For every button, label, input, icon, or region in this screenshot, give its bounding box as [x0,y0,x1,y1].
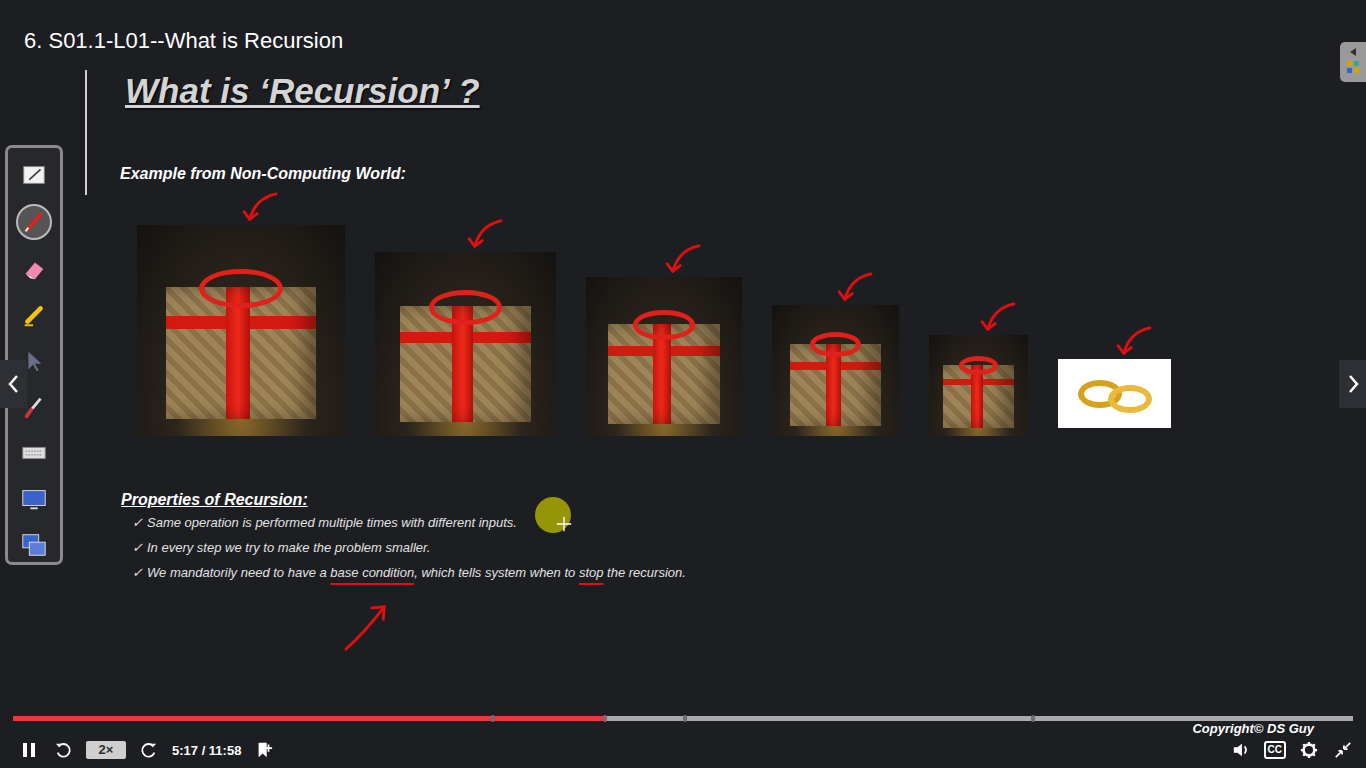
annotation-arrow-icon [467,218,505,250]
lecture-title: 6. S01.1-L01--What is Recursion [0,0,1366,54]
annotation-arrow-icon [980,301,1018,333]
picture-column [375,218,556,436]
screen-icon [20,485,48,513]
gift-box-picture [772,305,899,436]
bookmark-plus-icon [255,741,273,759]
picture-column [1058,325,1171,436]
gift-box-icon [400,306,530,421]
settings-button[interactable] [1298,739,1320,761]
gift-box-picture [137,225,345,436]
property-item: ✓ In every step we try to make the probl… [121,535,1366,560]
chapter-marker[interactable] [491,715,495,722]
gift-box-icon [608,324,720,424]
annotation-arrow-icon [343,602,389,652]
picture-row [137,195,1366,436]
video-frame[interactable]: 6. S01.1-L01--What is Recursion What is … [0,0,1366,712]
highlighter-icon [20,301,48,329]
properties-section: Properties of Recursion: ✓ Same operatio… [121,490,1366,585]
add-bookmark-button[interactable] [253,739,275,761]
check-icon: ✓ [132,510,142,535]
slide-heading: What is ‘Recursion’ ? [125,70,1366,112]
forward-icon [140,741,158,759]
keyboard-icon [20,439,48,467]
exit-fullscreen-icon [1334,741,1352,759]
copyright-watermark: Copyright© DS Guy [1192,722,1314,736]
next-button[interactable] [1339,360,1366,408]
annotation-toolbar [5,145,63,565]
slide-subheading: Example from Non-Computing World: [120,164,1366,184]
annotation-tool[interactable] [17,254,51,284]
chapter-marker[interactable] [1031,715,1035,722]
eraser-icon [20,255,48,283]
play-pause-button[interactable] [18,739,40,761]
property-item: ✓ Same operation is performed multiple t… [121,510,1366,535]
chapter-marker[interactable] [683,715,687,722]
gift-box-icon [943,365,1014,428]
time-display: 5:17 / 11:58 [172,743,241,758]
annotation-tool[interactable] [17,530,51,560]
annotation-arrow-icon [1116,325,1154,357]
progress-bar[interactable] [0,712,1366,724]
speed-button[interactable]: 2× [86,741,126,759]
gift-box-icon [166,287,316,419]
volume-icon [1232,741,1250,759]
picture-column [929,301,1028,436]
annotation-arrow-icon [242,191,280,223]
side-panel-toggle[interactable] [1340,42,1366,82]
crosshair-icon [555,515,573,533]
check-icon: ✓ [132,560,142,585]
video-player: 6. S01.1-L01--What is Recursion What is … [0,0,1366,768]
picture-column [772,271,899,436]
rewind-icon [54,741,72,759]
previous-button[interactable] [0,360,27,408]
pen-icon [20,208,48,236]
exit-fullscreen-button[interactable] [1332,739,1354,761]
volume-button[interactable] [1230,739,1252,761]
annotation-tool[interactable] [16,204,52,240]
forward-button[interactable] [138,739,160,761]
check-icon: ✓ [132,535,142,560]
chevron-left-icon [6,372,22,396]
annotation-arrow-icon [837,271,875,303]
control-bar: 2× 5:17 / 11:58 CC [0,724,1366,768]
picture-column [137,191,345,436]
annotation-arrow-icon [665,243,703,275]
annotation-tool[interactable] [17,300,51,330]
chapter-marker[interactable] [603,715,607,722]
picture-column [586,243,742,436]
gift-box-picture [586,277,742,436]
pause-icon [20,741,38,759]
annotation-tool[interactable] [17,484,51,514]
gift-box-picture [375,252,556,436]
panel-icon [1343,44,1363,80]
property-item: ✓ We mandatorily need to have a base con… [121,560,1366,585]
capture-icon [20,531,48,559]
rings-picture [1058,359,1171,428]
chevron-right-icon [1345,372,1361,396]
gear-icon [1300,741,1318,759]
gift-box-icon [790,344,881,426]
whiteboard-icon [20,161,48,189]
gift-box-picture [929,335,1028,436]
properties-heading: Properties of Recursion: [121,490,1366,510]
captions-button[interactable]: CC [1264,741,1286,759]
annotation-tool[interactable] [17,438,51,468]
rewind-button[interactable] [52,739,74,761]
annotation-tool[interactable] [17,160,51,190]
pointer-cursor [535,497,571,533]
slide-header: What is ‘Recursion’ ? Example from Non-C… [85,70,1366,195]
